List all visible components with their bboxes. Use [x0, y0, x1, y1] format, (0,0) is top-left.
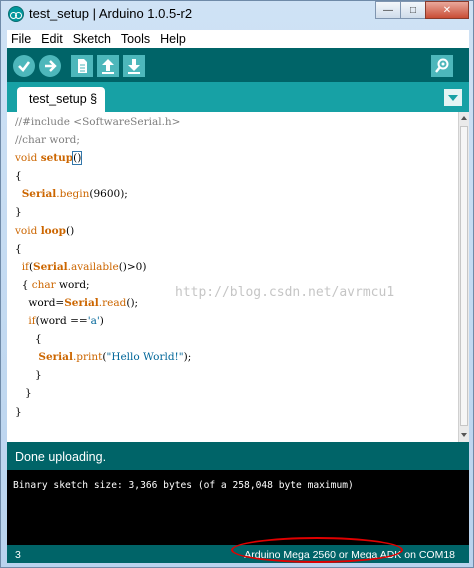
- tab-bar: test_setup §: [7, 82, 469, 112]
- code-fragment: }: [35, 369, 42, 382]
- keyword: char: [31, 278, 56, 291]
- code-line: { char word;: [15, 276, 191, 294]
- class-name: Serial: [38, 351, 73, 364]
- code-fragment: ();: [126, 296, 139, 309]
- code-line: }: [15, 405, 22, 418]
- code-line: if(Serial.available()>0): [15, 258, 191, 276]
- verify-button[interactable]: [13, 55, 35, 77]
- code-editor[interactable]: //#include <SoftwareSerial.h> //char wor…: [7, 112, 458, 442]
- tab-menu-dropdown-icon[interactable]: [444, 89, 462, 106]
- scroll-down-icon[interactable]: [461, 433, 467, 437]
- serial-monitor-icon: [435, 58, 449, 73]
- title-bar: test_setup | Arduino 1.0.5-r2 — □ ✕: [1, 1, 474, 29]
- menu-tools[interactable]: Tools: [116, 32, 155, 46]
- red-annotation-ellipse: [231, 537, 403, 563]
- scroll-up-icon[interactable]: [461, 116, 467, 120]
- console-output: Binary sketch size: 3,366 bytes (of a 25…: [7, 470, 469, 545]
- window-title: test_setup | Arduino 1.0.5-r2: [29, 6, 193, 21]
- menu-edit[interactable]: Edit: [36, 32, 68, 46]
- code-line: }: [15, 206, 22, 219]
- code-fragment: ()>0): [118, 260, 147, 273]
- new-icon: [78, 59, 87, 73]
- minimize-button[interactable]: —: [375, 1, 401, 19]
- open-button[interactable]: [97, 55, 119, 77]
- method-name: .read: [98, 296, 127, 309]
- console-text: Binary sketch size: 3,366 bytes (of a 25…: [13, 480, 354, 491]
- code-line: //#include <SoftwareSerial.h>: [15, 116, 181, 128]
- upload-button[interactable]: [39, 55, 61, 77]
- client-area: File Edit Sketch Tools Help test_setup §…: [7, 30, 469, 563]
- editor-scrollbar[interactable]: [458, 112, 469, 442]
- app-window: test_setup | Arduino 1.0.5-r2 — □ ✕ File…: [0, 0, 474, 568]
- code-fragment: (word ==: [35, 315, 88, 328]
- code-line: void setup(): [15, 149, 191, 167]
- code-line: {: [15, 242, 22, 255]
- maximize-button[interactable]: □: [400, 1, 426, 19]
- verify-icon: [18, 61, 31, 72]
- tab-test-setup[interactable]: test_setup §: [17, 87, 106, 112]
- method-name: .begin: [56, 188, 90, 201]
- code-line: {: [15, 170, 22, 183]
- code-line: Serial.begin(9600);: [15, 185, 191, 203]
- serial-monitor-button[interactable]: [431, 55, 453, 77]
- scrollbar-thumb[interactable]: [460, 126, 468, 426]
- code-fragment: (9600);: [89, 188, 128, 201]
- code-fragment: ): [99, 315, 104, 328]
- menu-bar: File Edit Sketch Tools Help: [7, 30, 469, 48]
- code-fragment: (): [66, 224, 75, 237]
- code-line: {: [15, 330, 191, 348]
- code-fragment: {: [21, 278, 32, 291]
- char-literal: 'a': [87, 315, 100, 328]
- class-name: Serial: [21, 188, 57, 201]
- watermark-text: http://blog.csdn.net/avrmcu1: [175, 285, 395, 300]
- menu-sketch[interactable]: Sketch: [68, 32, 116, 46]
- code-line: word=Serial.read();: [15, 294, 191, 312]
- keyword: if: [21, 260, 29, 273]
- upload-icon: [45, 60, 57, 72]
- code-line: }: [15, 384, 191, 402]
- line-number: 3: [15, 549, 21, 561]
- text-cursor: (): [72, 151, 83, 166]
- save-icon: [128, 59, 140, 74]
- menu-file[interactable]: File: [7, 32, 36, 46]
- code-fragment: );: [183, 351, 192, 364]
- code-fragment: word;: [55, 278, 90, 291]
- code-line: void loop(): [15, 222, 191, 240]
- menu-help[interactable]: Help: [155, 32, 191, 46]
- arduino-logo-icon: [8, 6, 24, 22]
- close-button[interactable]: ✕: [425, 1, 469, 19]
- class-name: Serial: [64, 296, 99, 309]
- new-button[interactable]: [71, 55, 93, 77]
- code-fragment: {: [35, 333, 42, 346]
- window-controls: — □ ✕: [375, 1, 469, 19]
- code-fragment: word=: [28, 296, 65, 309]
- function-name: setup: [40, 152, 74, 165]
- keyword: if: [28, 315, 36, 328]
- code-text: //#include <SoftwareSerial.h> //char wor…: [15, 113, 191, 421]
- save-button[interactable]: [123, 55, 145, 77]
- toolbar: [7, 48, 469, 82]
- code-line: //char word;: [15, 134, 80, 147]
- status-message: Done uploading.: [7, 444, 469, 469]
- method-name: .print: [72, 351, 103, 364]
- string-literal: "Hello World!": [106, 351, 184, 364]
- code-fragment: }: [25, 387, 32, 400]
- method-name: .available: [67, 260, 119, 273]
- keyword: void: [15, 224, 38, 237]
- open-icon: [102, 59, 114, 74]
- class-name: Serial: [33, 260, 68, 273]
- keyword: void: [15, 152, 38, 165]
- code-line: Serial.print("Hello World!");: [15, 348, 191, 366]
- function-name: loop: [40, 224, 67, 237]
- code-line: if(word =='a'): [15, 312, 191, 330]
- code-line: }: [15, 366, 191, 384]
